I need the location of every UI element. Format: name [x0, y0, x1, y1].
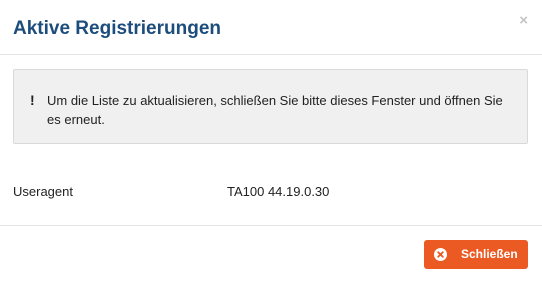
circle-x-icon — [434, 248, 447, 261]
info-alert: ! Um die Liste zu aktualisieren, schließ… — [13, 69, 528, 144]
useragent-label: Useragent — [13, 184, 73, 199]
exclamation-icon: ! — [30, 92, 35, 108]
close-icon[interactable]: × — [519, 13, 528, 29]
registrations-dialog: Aktive Registrierungen × ! Um die Liste … — [0, 0, 542, 283]
close-button-label: Schließen — [461, 247, 518, 261]
dialog-title: Aktive Registrierungen — [13, 18, 221, 39]
detail-row-useragent: Useragent TA100 44.19.0.30 — [0, 182, 542, 202]
dialog-footer: Schließen — [0, 225, 542, 283]
alert-message: Um die Liste zu aktualisieren, schließen… — [47, 93, 503, 127]
close-button[interactable]: Schließen — [424, 240, 528, 269]
dialog-header: Aktive Registrierungen × — [0, 0, 542, 55]
useragent-value: TA100 44.19.0.30 — [227, 184, 330, 199]
dialog-body: ! Um die Liste zu aktualisieren, schließ… — [0, 55, 542, 225]
